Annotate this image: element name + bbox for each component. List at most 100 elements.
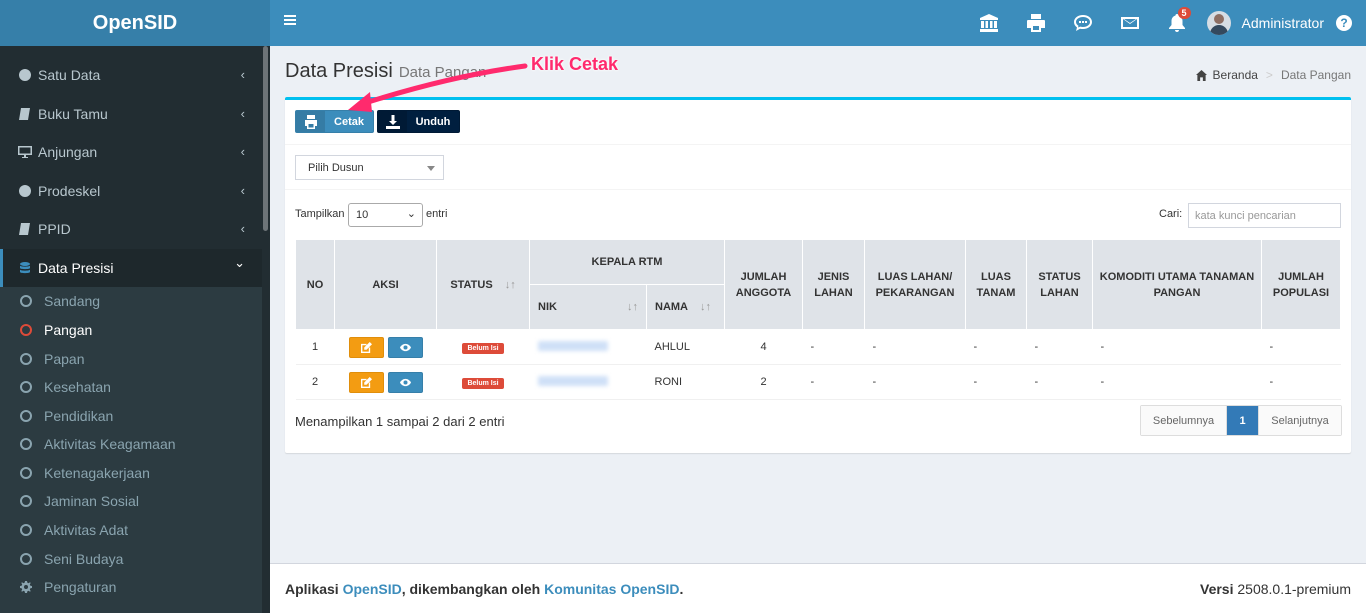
sidebar-scrollbar[interactable]	[263, 46, 268, 231]
gear-icon	[20, 581, 32, 593]
col-nik[interactable]: NIK ↓↑	[529, 284, 647, 330]
submenu-item-label: Kesehatan	[44, 379, 111, 395]
dusun-select[interactable]: Pilih Dusun	[295, 155, 444, 180]
cell-jenis-lahan: -	[802, 329, 865, 365]
search-input[interactable]: kata kunci pencarian	[1188, 203, 1341, 228]
next-page-button[interactable]: Selanjutnya	[1258, 406, 1341, 435]
col-aksi: AKSI	[334, 239, 437, 330]
submenu-item-pangan[interactable]: Pangan	[0, 316, 262, 344]
cell-komoditi: -	[1092, 329, 1262, 365]
submenu-item-seni-budaya[interactable]: Seni Budaya	[0, 545, 262, 573]
cell-luas-lahan: -	[864, 364, 966, 400]
sidebar-item-buku-tamu[interactable]: Buku Tamu ‹	[0, 95, 262, 133]
content-box: Cetak Unduh Pilih Dusun Tampilkan 10 ⌄ e…	[285, 97, 1351, 453]
sidebar-item-anjungan[interactable]: Anjungan ‹	[0, 133, 262, 171]
eye-icon	[399, 378, 411, 386]
cell-jumlah-populasi: -	[1261, 329, 1341, 365]
print-icon[interactable]	[1013, 0, 1060, 46]
bell-icon[interactable]: 5	[1154, 0, 1201, 46]
user-menu[interactable]: Administrator	[1201, 0, 1336, 46]
navbar-icons: 5 Administrator ?	[966, 0, 1366, 46]
sidebar-item-label: Satu Data	[38, 67, 101, 83]
sidebar-item-data-presisi[interactable]: Data Presisi ⌄	[0, 249, 262, 287]
col-status-label: STATUS	[450, 278, 493, 291]
chevron-left-icon: ‹	[240, 221, 245, 236]
sidebar-item-label: Buku Tamu	[38, 106, 108, 122]
app-logo[interactable]: OpenSID	[0, 0, 270, 46]
dusun-select-value: Pilih Dusun	[308, 162, 364, 174]
cell-no: 1	[295, 329, 335, 365]
submenu-item-pengaturan[interactable]: Pengaturan	[0, 573, 262, 601]
submenu-item-label: Pengaturan	[44, 579, 117, 595]
sort-icon: ↓↑	[700, 301, 711, 313]
circle-icon	[20, 438, 32, 450]
col-komoditi: KOMODITI UTAMA TANAMAN PANGAN	[1092, 239, 1262, 330]
bank-icon[interactable]	[966, 0, 1013, 46]
submenu-item-kesehatan[interactable]: Kesehatan	[0, 373, 262, 401]
edit-icon	[360, 376, 372, 388]
sort-icon: ↓↑	[504, 278, 516, 291]
book-icon	[19, 223, 30, 235]
page-length-select[interactable]: 10 ⌄	[348, 203, 423, 227]
sidebar-item-label: Data Presisi	[38, 260, 114, 276]
sidebar-item-satu-data[interactable]: Satu Data ‹	[0, 56, 262, 94]
menu-toggle-icon[interactable]	[284, 15, 296, 25]
circle-icon	[20, 410, 32, 422]
col-nama[interactable]: NAMA ↓↑	[646, 284, 725, 330]
submenu-item-pendidikan[interactable]: Pendidikan	[0, 402, 262, 430]
submenu-item-aktivitas-adat[interactable]: Aktivitas Adat	[0, 516, 262, 544]
sidebar-item-label: Anjungan	[38, 144, 98, 160]
version-value: 2508.0.1-premium	[1237, 580, 1351, 597]
redacted-nik	[537, 375, 608, 386]
cell-jenis-lahan: -	[802, 364, 865, 400]
submenu-item-label: Aktivitas Adat	[44, 522, 129, 538]
sort-icon: ↓↑	[626, 301, 638, 313]
print-icon	[304, 114, 317, 129]
table-row: 2 Belum Isi RONI 2 - - - - - -	[295, 364, 1341, 400]
breadcrumb-home[interactable]: Beranda	[1213, 68, 1258, 82]
notification-badge: 5	[1177, 7, 1191, 19]
status-badge: Belum Isi	[462, 378, 504, 389]
col-status[interactable]: STATUS ↓↑	[436, 239, 530, 330]
entries-label: entri	[426, 208, 448, 220]
footer-app-link[interactable]: OpenSID	[343, 581, 402, 597]
submenu-item-papan[interactable]: Papan	[0, 345, 262, 373]
submenu-item-label: Seni Budaya	[44, 551, 124, 567]
submenu-item-sandang[interactable]: Sandang	[0, 287, 262, 315]
sidebar-item-ppid[interactable]: PPID ‹	[0, 210, 262, 248]
submenu-item-ketenagakerjaan[interactable]: Ketenagakerjaan	[0, 459, 262, 487]
view-button[interactable]	[387, 336, 423, 358]
table-row: 1 Belum Isi AHLUL 4 - - - - - -	[295, 329, 1341, 365]
cell-nik	[529, 329, 647, 365]
edit-button[interactable]	[348, 371, 384, 393]
cell-no: 2	[295, 364, 335, 400]
sidebar-item-label: PPID	[38, 221, 71, 237]
footer-suffix: .	[679, 580, 684, 597]
circle-icon	[20, 381, 32, 393]
page-1-button[interactable]: 1	[1227, 406, 1258, 435]
sidebar-item-prodeskel[interactable]: Prodeskel ‹	[0, 172, 262, 210]
mail-icon[interactable]	[1107, 0, 1154, 46]
edit-button[interactable]	[348, 336, 384, 358]
cell-aksi	[334, 364, 437, 400]
breadcrumb-separator: >	[1265, 68, 1273, 82]
sidebar-item-label: Prodeskel	[38, 183, 101, 199]
view-button[interactable]	[387, 371, 423, 393]
submenu-item-label: Ketenagakerjaan	[44, 465, 150, 481]
submenu-item-aktivitas-keagamaan[interactable]: Aktivitas Keagamaan	[0, 430, 262, 458]
help-icon[interactable]: ?	[1336, 15, 1352, 31]
data-presisi-submenu: Sandang Pangan Papan Kesehatan Pendidika…	[0, 287, 262, 613]
home-icon	[1195, 69, 1207, 81]
circle-icon	[20, 353, 32, 365]
cell-status: Belum Isi	[436, 329, 530, 365]
book-icon	[19, 108, 30, 120]
pagination: Sebelumnya 1 Selanjutnya	[1140, 405, 1342, 436]
chat-icon[interactable]	[1060, 0, 1107, 46]
cell-luas-lahan: -	[864, 329, 966, 365]
prev-page-button[interactable]: Sebelumnya	[1141, 406, 1227, 435]
footer-community-link[interactable]: Komunitas OpenSID	[544, 581, 679, 597]
footer-prefix: Aplikasi	[285, 580, 339, 597]
circle-icon	[20, 495, 32, 507]
submenu-item-jaminan-sosial[interactable]: Jaminan Sosial	[0, 487, 262, 515]
submenu-item-label: Aktivitas Keagamaan	[44, 436, 176, 452]
